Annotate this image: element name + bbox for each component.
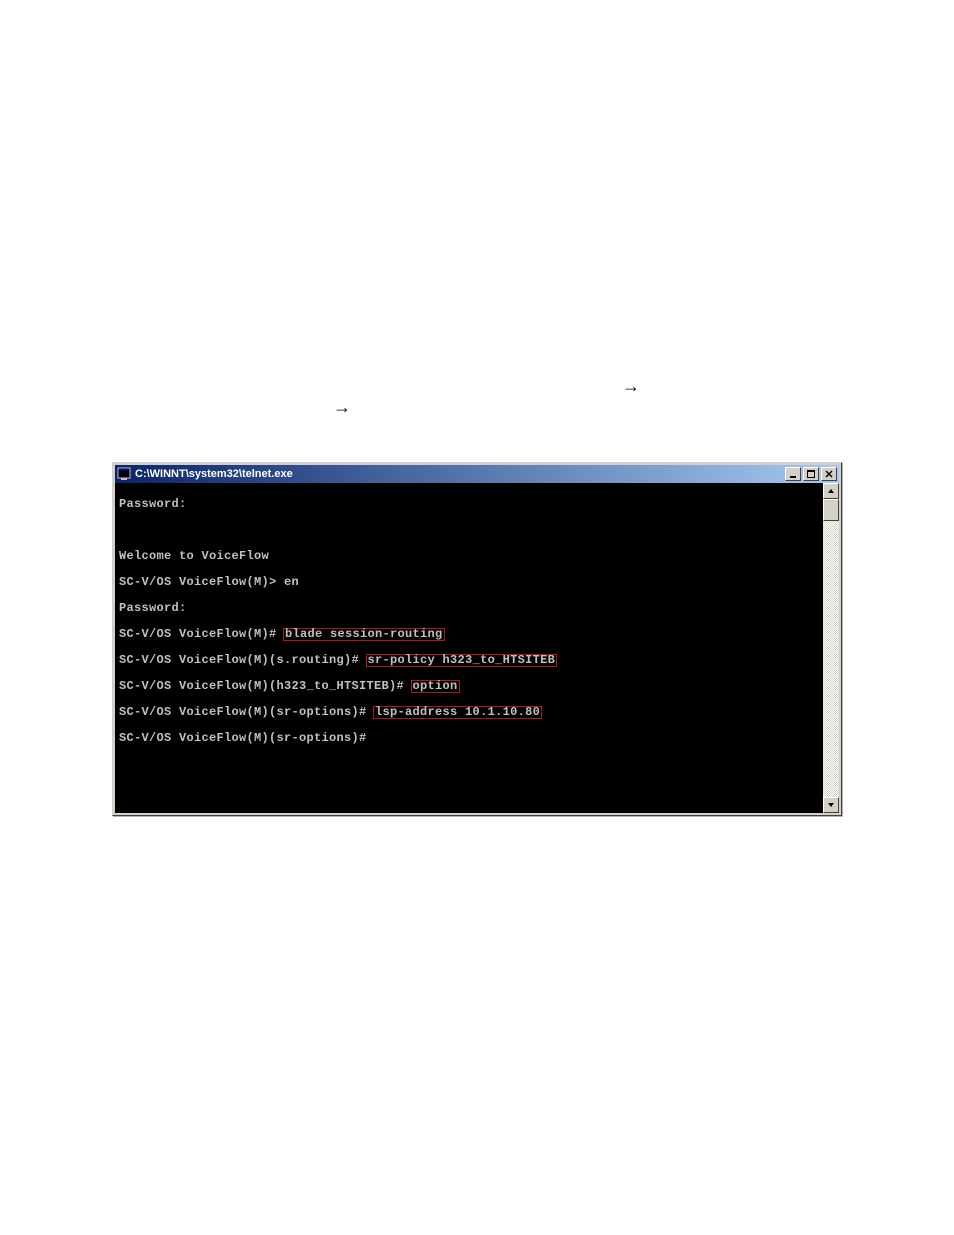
terminal-body[interactable]: Password: Welcome to VoiceFlow SC-V/OS V… xyxy=(115,483,839,813)
highlighted-command: blade session-routing xyxy=(283,628,445,641)
window-controls xyxy=(785,467,837,481)
arrow-glyph: → xyxy=(333,397,351,418)
term-line: SC-V/OS VoiceFlow(M)# blade session-rout… xyxy=(119,628,819,641)
scroll-thumb[interactable] xyxy=(823,499,839,521)
term-line: Password: xyxy=(119,602,819,615)
close-button[interactable] xyxy=(821,467,837,481)
term-line: SC-V/OS VoiceFlow(M)(sr-options)# lsp-ad… xyxy=(119,706,819,719)
highlighted-command: lsp-address 10.1.10.80 xyxy=(373,706,542,719)
vertical-scrollbar[interactable] xyxy=(823,483,839,813)
window-title: C:\WINNT\system32\telnet.exe xyxy=(135,468,785,480)
term-line: SC-V/OS VoiceFlow(M)(h323_to_HTSITEB)# o… xyxy=(119,680,819,693)
term-line xyxy=(119,524,819,537)
scroll-down-button[interactable] xyxy=(823,797,839,813)
title-bar[interactable]: C:\WINNT\system32\telnet.exe xyxy=(115,465,839,483)
maximize-button[interactable] xyxy=(803,467,819,481)
term-line: SC-V/OS VoiceFlow(M)(s.routing)# sr-poli… xyxy=(119,654,819,667)
terminal-window: C:\WINNT\system32\telnet.exe Password: W… xyxy=(112,462,842,816)
term-line: Welcome to VoiceFlow xyxy=(119,550,819,563)
highlighted-command: option xyxy=(411,680,460,693)
scroll-up-button[interactable] xyxy=(823,483,839,499)
scroll-track[interactable] xyxy=(823,499,839,797)
arrow-glyph: → xyxy=(622,376,640,397)
telnet-icon xyxy=(117,467,131,481)
term-line: SC-V/OS VoiceFlow(M)> en xyxy=(119,576,819,589)
terminal-output[interactable]: Password: Welcome to VoiceFlow SC-V/OS V… xyxy=(115,483,823,813)
term-line: SC-V/OS VoiceFlow(M)(sr-options)# xyxy=(119,732,819,745)
term-line: Password: xyxy=(119,498,819,511)
minimize-button[interactable] xyxy=(785,467,801,481)
highlighted-command: sr-policy h323_to_HTSITEB xyxy=(366,654,558,667)
